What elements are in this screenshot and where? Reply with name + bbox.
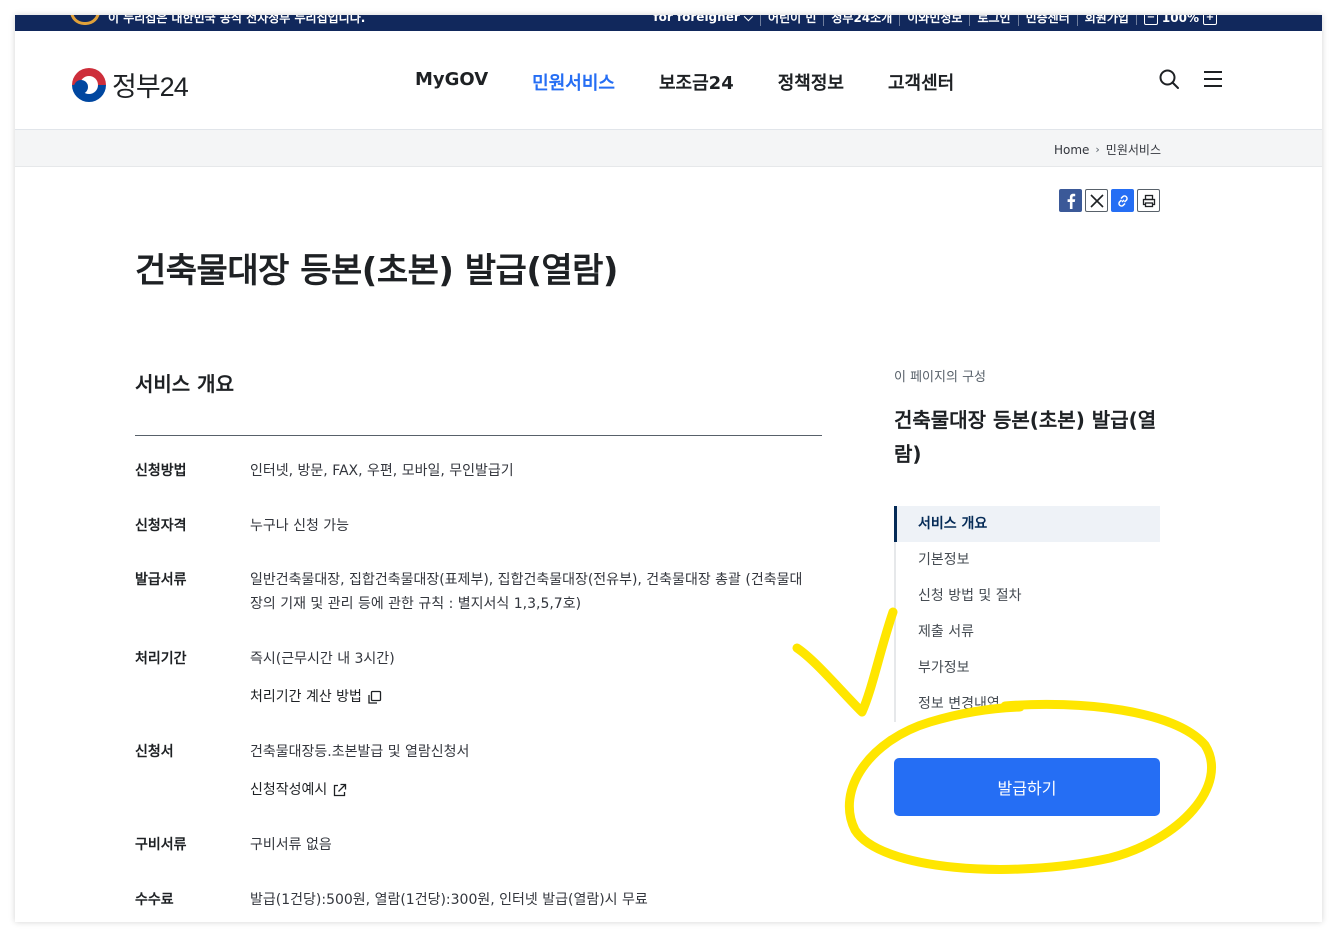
link-icon — [1117, 194, 1128, 207]
info-value: 누구나 신청 가능 — [250, 518, 350, 534]
processing-time-link[interactable]: 처리기간 계산 방법 — [250, 685, 382, 709]
x-share-button[interactable] — [1085, 189, 1108, 212]
utility-link[interactable]: 로그인 — [969, 15, 1017, 26]
nav-mygov[interactable]: MyGOV — [415, 69, 488, 95]
zoom-out-button[interactable]: − — [1143, 15, 1158, 25]
link-label: 신청작성예시 — [250, 782, 328, 798]
toc-item-basic-info[interactable]: 기본정보 — [896, 542, 1160, 578]
side-title: 건축물대장 등본(초본) 발급(열람) — [894, 408, 1157, 466]
share-toolbar — [1059, 189, 1160, 212]
info-row: 발급서류 일반건축물대장, 집합건축물대장(표제부), 집합건축물대장(전유부)… — [135, 568, 822, 616]
external-link-icon — [334, 783, 347, 796]
toc-item-overview[interactable]: 서비스 개요 — [894, 506, 1160, 542]
nav-policy-info[interactable]: 정책정보 — [778, 69, 844, 95]
breadcrumb-separator-icon: › — [1095, 143, 1100, 156]
info-label: 신청서 — [135, 744, 174, 760]
info-label: 구비서류 — [135, 837, 187, 853]
print-button[interactable] — [1137, 189, 1160, 212]
info-label: 발급서류 — [135, 572, 187, 588]
issue-button[interactable]: 발급하기 — [894, 758, 1160, 816]
browser-viewport: 이 누리집은 대한민국 공식 전자정부 누리집입니다. for foreigne… — [15, 15, 1322, 922]
site-header: 정부24 MyGOV 민원서비스 보조금24 정책정보 고객센터 — [15, 31, 1322, 130]
printer-icon — [1142, 194, 1155, 207]
info-label: 처리기간 — [135, 651, 187, 667]
section-title-overview: 서비스 개요 — [135, 372, 234, 396]
info-value: 즉시(근무시간 내 3시간) 처리기간 계산 방법 — [250, 647, 820, 709]
info-value-line: 일반건축물대장, 집합건축물대장(표제부), 집합건축물대장(전유부), 건축물… — [250, 572, 803, 588]
info-value: 발급(1건당):500원, 열람(1건당):300원, 인터넷 발급(열람)시 … — [250, 892, 648, 908]
taegeuk-logo-icon — [72, 67, 106, 102]
logo-text: 정부24 — [112, 72, 189, 102]
toc-item-change-history[interactable]: 정보 변경내역 — [896, 686, 1160, 722]
nav-customer-center[interactable]: 고객센터 — [888, 69, 954, 95]
page-title: 건축물대장 등본(초본) 발급(열람) — [135, 251, 618, 291]
application-form-link[interactable]: 건축물대장등.초본발급 및 열람신청서 — [250, 740, 820, 764]
breadcrumb-home[interactable]: Home — [1054, 143, 1089, 157]
gov-notice: 이 누리집은 대한민국 공식 전자정부 누리집입니다. — [70, 15, 365, 26]
info-value-line: 즉시(근무시간 내 3시간) — [250, 651, 395, 667]
toc-item-procedure[interactable]: 신청 방법 및 절차 — [896, 578, 1160, 614]
zoom-control: − 100% + — [1135, 15, 1224, 25]
info-row: 처리기간 즉시(근무시간 내 3시간) 처리기간 계산 방법 — [135, 647, 822, 709]
info-row: 신청자격 누구나 신청 가능 — [135, 514, 822, 538]
breadcrumb-current[interactable]: 민원서비스 — [1106, 141, 1161, 158]
facebook-share-button[interactable] — [1059, 189, 1082, 212]
main-nav: MyGOV 민원서비스 보조금24 정책정보 고객센터 — [415, 69, 954, 95]
info-label: 신청방법 — [135, 463, 187, 479]
link-label: 처리기간 계산 방법 — [250, 689, 362, 705]
section-divider — [135, 435, 822, 436]
breadcrumb: Home › 민원서비스 — [1054, 141, 1161, 158]
gov-notice-text: 이 누리집은 대한민국 공식 전자정부 누리집입니다. — [108, 15, 366, 25]
info-row: 신청방법 인터넷, 방문, FAX, 우편, 모바일, 무인발급기 — [135, 459, 822, 483]
zoom-in-button[interactable]: + — [1203, 15, 1217, 25]
nav-civil-service[interactable]: 민원서비스 — [532, 69, 615, 95]
copy-window-icon — [368, 690, 382, 704]
info-value: 인터넷, 방문, FAX, 우편, 모바일, 무인발급기 — [250, 463, 514, 479]
info-value-line: 장의 기재 및 관리 등에 관한 규칙 : 별지서식 1,3,5,7호) — [250, 596, 582, 612]
page-toc: 서비스 개요 기본정보 신청 방법 및 절차 제출 서류 부가정보 정보 변경내… — [894, 506, 1160, 722]
utility-link[interactable]: 정부24소개 — [823, 15, 899, 26]
utility-link[interactable]: 어린이 민 — [760, 15, 823, 26]
utility-link[interactable]: 이와민정보 — [899, 15, 969, 26]
zoom-value: 100% — [1161, 15, 1199, 25]
side-caption: 이 페이지의 구성 — [894, 370, 986, 385]
info-value: 구비서류 없음 — [250, 837, 332, 853]
search-icon[interactable] — [1158, 68, 1180, 90]
info-row: 구비서류 구비서류 없음 — [135, 833, 822, 857]
copy-link-button[interactable] — [1111, 189, 1134, 212]
menu-icon[interactable] — [1202, 68, 1224, 90]
application-example-link[interactable]: 신청작성예시 — [250, 778, 347, 802]
breadcrumb-bar: Home › 민원서비스 — [15, 130, 1322, 167]
gov-notice-bar: 이 누리집은 대한민국 공식 전자정부 누리집입니다. for foreigne… — [15, 15, 1322, 31]
site-logo[interactable]: 정부24 — [72, 65, 189, 104]
info-label: 신청자격 — [135, 518, 187, 534]
toc-item-documents[interactable]: 제출 서류 — [896, 614, 1160, 650]
x-logo-icon — [1089, 193, 1104, 208]
utility-links: for foreigner ⌵ 어린이 민 정부24소개 이와민정보 로그인 민… — [646, 15, 1224, 26]
info-value: 일반건축물대장, 집합건축물대장(표제부), 집합건축물대장(전유부), 건축물… — [250, 568, 820, 616]
info-label: 수수료 — [135, 892, 174, 908]
gov-emblem-icon — [70, 15, 100, 25]
utility-link[interactable]: for foreigner ⌵ — [646, 15, 760, 25]
header-actions — [1158, 68, 1224, 90]
nav-subsidy24[interactable]: 보조금24 — [659, 69, 734, 95]
utility-link[interactable]: 민증센터 — [1017, 15, 1077, 26]
facebook-icon — [1067, 193, 1075, 209]
info-row: 수수료 발급(1건당):500원, 열람(1건당):300원, 인터넷 발급(열… — [135, 888, 822, 912]
toc-item-additional-info[interactable]: 부가정보 — [896, 650, 1160, 686]
info-value: 건축물대장등.초본발급 및 열람신청서 신청작성예시 — [250, 740, 820, 802]
utility-link[interactable]: 회원가입 — [1076, 15, 1136, 26]
info-row: 신청서 건축물대장등.초본발급 및 열람신청서 신청작성예시 — [135, 740, 822, 802]
